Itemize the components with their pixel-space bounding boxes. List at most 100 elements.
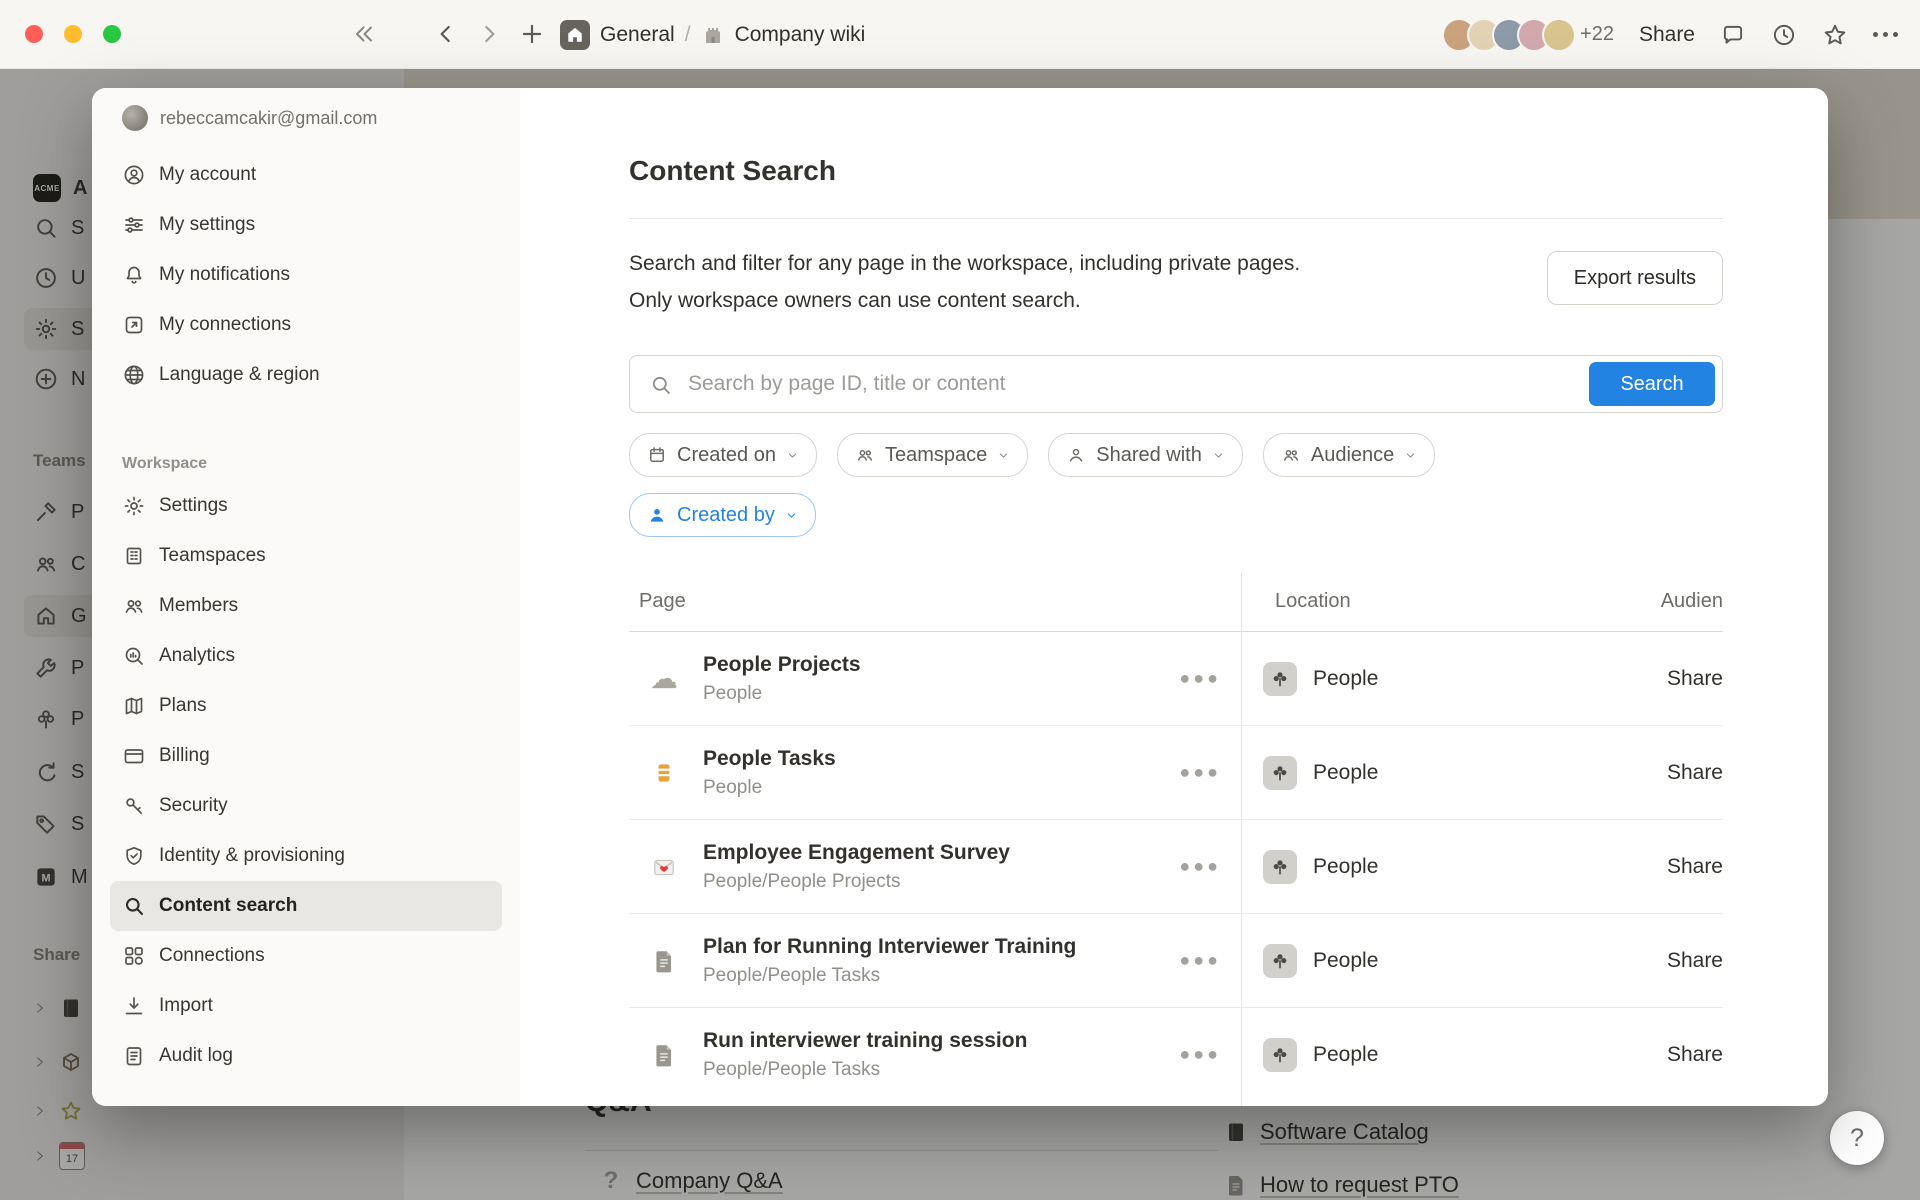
filter-audience[interactable]: Audience [1263,433,1435,477]
page-title-cell[interactable]: Employee Engagement Survey [703,839,1010,867]
row-more-icon[interactable]: ●●● [1179,1044,1221,1065]
search-button[interactable]: Search [1589,362,1715,406]
building-icon [122,544,146,568]
page-title-cell[interactable]: People Tasks [703,745,836,773]
page-title-cell[interactable]: Run interviewer training session [703,1027,1027,1055]
people-icon [855,445,875,465]
page-title: Content Search [629,154,1723,188]
person-icon [1066,445,1086,465]
row-more-icon[interactable]: ●●● [1179,668,1221,689]
settings-nav-language-region[interactable]: Language & region [110,350,502,400]
table-row[interactable]: Employee Engagement Survey People/People… [629,820,1723,914]
close-window-button[interactable] [25,25,43,43]
chevron-down-icon [786,449,799,462]
search-input[interactable] [686,371,1577,397]
teamspace-flower-icon [1263,662,1297,696]
settings-nav-identity-provisioning[interactable]: Identity & provisioning [110,831,502,881]
comments-icon[interactable] [1720,22,1746,48]
filter-created-by[interactable]: Created by [629,493,816,537]
help-button[interactable]: ? [1830,1111,1884,1165]
page-path: People/People Tasks [703,963,1076,989]
avatar-overflow-count[interactable]: +22 [1580,23,1614,46]
filter-shared-with[interactable]: Shared with [1048,433,1243,477]
workspace-section-header: Workspace [110,455,502,473]
location-name: People [1313,855,1378,879]
row-more-icon[interactable]: ●●● [1179,856,1221,877]
share-button[interactable]: Share [1639,23,1695,47]
page-title-cell[interactable]: People Projects [703,651,861,679]
settings-nav-my-settings[interactable]: My settings [110,200,502,250]
settings-nav-connections[interactable]: Connections [110,931,502,981]
collapse-sidebar-icon[interactable] [347,19,377,49]
nav-item-label: Plans [159,695,207,717]
credit-card-icon [122,744,146,768]
audience-cell: Share [1667,667,1723,691]
zoom-window-button[interactable] [103,25,121,43]
settings-nav-content-search[interactable]: Content search [110,881,502,931]
home-icon[interactable] [560,20,590,50]
settings-nav-my-connections[interactable]: My connections [110,300,502,350]
table-row[interactable]: People Tasks People ●●● People Share [629,726,1723,820]
avatar[interactable] [1542,18,1576,52]
settings-nav-teamspaces[interactable]: Teamspaces [110,531,502,581]
column-header-location: Location [1241,590,1351,613]
teamspace-flower-icon [1263,850,1297,884]
new-tab-icon[interactable] [519,21,545,47]
settings-nav-members[interactable]: Members [110,581,502,631]
row-more-icon[interactable]: ●●● [1179,762,1221,783]
column-header-audience: Audien [1661,590,1723,613]
location-name: People [1313,667,1378,691]
location-name: People [1313,949,1378,973]
audience-cell: Share [1667,855,1723,879]
nav-item-label: Members [159,595,238,617]
more-options-icon[interactable] [1873,32,1898,37]
settings-nav-billing[interactable]: Billing [110,731,502,781]
settings-nav-my-notifications[interactable]: My notifications [110,250,502,300]
user-circle-icon [122,163,146,187]
love-letter-icon [649,854,679,880]
page-path: People [703,775,836,801]
audience-cell: Share [1667,1043,1723,1067]
table-row[interactable]: Run interviewer training session People/… [629,1008,1723,1101]
page-title-cell[interactable]: Plan for Running Interviewer Training [703,933,1076,961]
nav-item-label: Connections [159,945,265,967]
table-row[interactable]: ☁ People Projects People ●●● People Sh [629,632,1723,726]
settings-nav-plans[interactable]: Plans [110,681,502,731]
chevron-down-icon [785,509,798,522]
settings-nav-audit-log[interactable]: Audit log [110,1031,502,1081]
filter-teamspace[interactable]: Teamspace [837,433,1028,477]
favorite-star-icon[interactable] [1822,22,1848,48]
page-path: People [703,681,861,707]
audience-cell: Share [1667,761,1723,785]
breadcrumb-root[interactable]: General [600,23,675,47]
settings-nav-security[interactable]: Security [110,781,502,831]
settings-nav-analytics[interactable]: Analytics [110,631,502,681]
settings-nav-settings[interactable]: Settings [110,481,502,531]
nav-item-label: Billing [159,745,210,767]
updates-clock-icon[interactable] [1771,22,1797,48]
breadcrumb-page[interactable]: Company wiki [735,23,866,47]
forward-icon[interactable] [476,21,502,47]
export-results-button[interactable]: Export results [1547,251,1723,305]
nav-item-label: Security [159,795,228,817]
key-icon [122,794,146,818]
filter-created-on[interactable]: Created on [629,433,817,477]
row-more-icon[interactable]: ●●● [1179,950,1221,971]
traffic-lights [25,25,121,43]
back-icon[interactable] [433,21,459,47]
globe-icon [122,363,146,387]
filter-label: Created on [677,444,776,467]
settings-nav-my-account[interactable]: My account [110,150,502,200]
sliders-icon [122,213,146,237]
people-icon [1281,445,1301,465]
page-path: People/People Tasks [703,1057,1027,1083]
settings-nav-import[interactable]: Import [110,981,502,1031]
nav-item-label: Identity & provisioning [159,845,345,867]
column-header-page: Page [629,590,1241,613]
member-avatars[interactable]: +22 [1442,18,1614,52]
filter-label: Created by [677,504,775,527]
search-bar: Search [629,355,1723,413]
map-icon [122,694,146,718]
minimize-window-button[interactable] [64,25,82,43]
table-row[interactable]: Plan for Running Interviewer Training Pe… [629,914,1723,1008]
